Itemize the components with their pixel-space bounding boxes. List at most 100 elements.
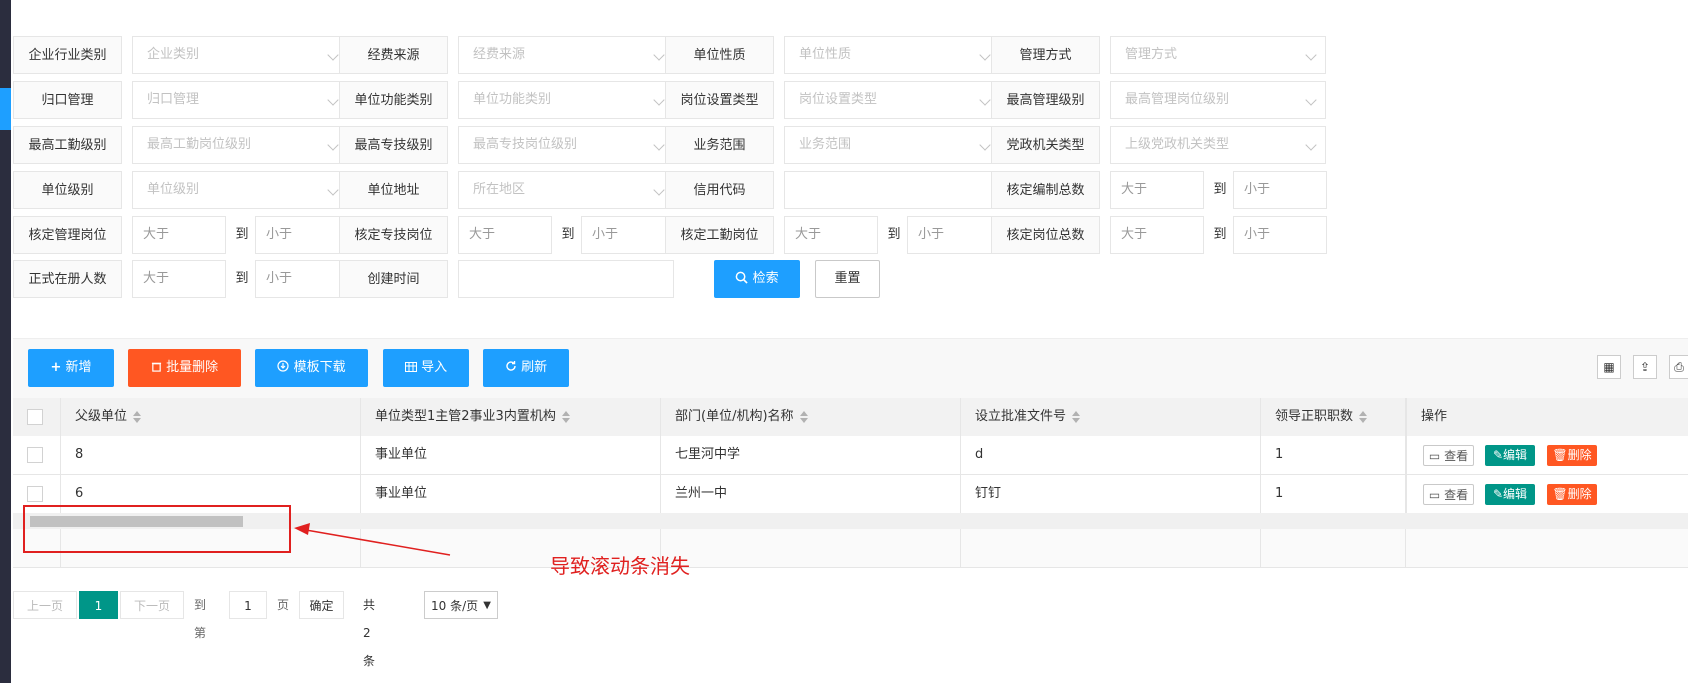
- export-icon[interactable]: ⇪: [1633, 355, 1657, 379]
- next-page-button[interactable]: 下一页: [120, 591, 184, 619]
- total-posts-max-input[interactable]: 小于: [1233, 216, 1327, 254]
- reset-button[interactable]: 重置: [815, 260, 880, 298]
- select-all-checkbox[interactable]: [27, 409, 43, 425]
- select-placeholder: 最高工勤岗位级别: [147, 137, 252, 152]
- sort-icon[interactable]: [1072, 410, 1081, 423]
- filter-label: 核定岗位总数: [991, 216, 1100, 254]
- chevron-down-icon: [653, 139, 665, 151]
- address-select[interactable]: 所在地区: [458, 171, 674, 209]
- registered-min-input[interactable]: 大于: [132, 260, 226, 298]
- credit-code-input[interactable]: [784, 171, 1000, 209]
- delete-button[interactable]: 🗑删除: [1547, 484, 1597, 505]
- goto-page-input[interactable]: 1: [229, 591, 267, 619]
- sort-icon[interactable]: [561, 410, 570, 423]
- empty-cell: [1261, 529, 1406, 567]
- edit-button[interactable]: ✎编辑: [1485, 484, 1535, 505]
- header-parent-unit[interactable]: 父级单位: [61, 398, 361, 436]
- business-scope-select[interactable]: 业务范围: [784, 126, 1000, 164]
- refresh-button[interactable]: 刷新: [483, 349, 569, 387]
- industry-select[interactable]: 企业类别: [132, 36, 348, 74]
- template-download-button[interactable]: 模板下载: [255, 349, 368, 387]
- view-button[interactable]: ▭ 查看: [1423, 484, 1474, 505]
- row-checkbox[interactable]: [27, 447, 43, 463]
- cell-leader-count: 1: [1261, 436, 1406, 474]
- view-button[interactable]: ▭ 查看: [1423, 445, 1474, 466]
- import-button[interactable]: 导入: [383, 349, 469, 387]
- registered-max-input[interactable]: 小于: [255, 260, 349, 298]
- plus-icon: +: [50, 360, 62, 375]
- empty-cell: [961, 529, 1261, 567]
- header-dept-name[interactable]: 部门(单位/机构)名称: [661, 398, 961, 436]
- search-button[interactable]: 检索: [714, 260, 800, 298]
- range-separator: 到: [887, 227, 901, 242]
- header-unit-type[interactable]: 单位类型1主管2事业3内置机构: [361, 398, 661, 436]
- batch-delete-label: 批量删除: [166, 360, 219, 375]
- row-checkbox[interactable]: [27, 486, 43, 502]
- filter-label: 管理方式: [991, 36, 1100, 74]
- worker-posts-min-input[interactable]: 大于: [784, 216, 878, 254]
- page-size-select[interactable]: 10 条/页 ▼: [424, 591, 498, 619]
- total-staff-min-input[interactable]: 大于: [1110, 171, 1204, 209]
- delete-label: 删除: [1567, 487, 1592, 501]
- delete-label: 删除: [1567, 448, 1592, 462]
- function-type-select[interactable]: 单位功能类别: [458, 81, 674, 119]
- unit-nature-select[interactable]: 单位性质: [784, 36, 1000, 74]
- created-time-input[interactable]: [458, 260, 674, 298]
- guikou-select[interactable]: 归口管理: [132, 81, 348, 119]
- cell-dept-name: 兰州一中: [661, 475, 961, 513]
- confirm-button[interactable]: 确定: [299, 591, 344, 619]
- page-1-button[interactable]: 1: [79, 591, 118, 619]
- view-icon: ▭: [1428, 488, 1441, 502]
- header-approval-doc[interactable]: 设立批准文件号: [961, 398, 1261, 436]
- filter-label: 单位性质: [665, 36, 774, 74]
- range-separator: 到: [235, 227, 249, 242]
- max-worker-select[interactable]: 最高工勤岗位级别: [132, 126, 348, 164]
- trash-icon: 🗑: [1552, 487, 1568, 501]
- select-placeholder: 归口管理: [147, 92, 200, 107]
- worker-posts-max-input[interactable]: 小于: [907, 216, 1001, 254]
- column-header-label: 设立批准文件号: [975, 409, 1067, 424]
- mgmt-posts-max-input[interactable]: 小于: [255, 216, 349, 254]
- unit-level-select[interactable]: 单位级别: [132, 171, 348, 209]
- post-type-select[interactable]: 岗位设置类型: [784, 81, 1000, 119]
- filter-label: 企业行业类别: [13, 36, 122, 74]
- filter-label: 最高工勤级别: [13, 126, 122, 164]
- select-placeholder: 单位性质: [799, 47, 852, 62]
- chevron-down-icon: [1305, 49, 1317, 61]
- column-header-label: 领导正职职数: [1275, 409, 1354, 424]
- fund-source-select[interactable]: 经费来源: [458, 36, 674, 74]
- add-button[interactable]: + 新增: [28, 349, 114, 387]
- annotation-text: 导致滚动条消失: [550, 554, 690, 578]
- max-tech-select[interactable]: 最高专技岗位级别: [458, 126, 674, 164]
- filter-label: 业务范围: [665, 126, 774, 164]
- print-icon[interactable]: ⎙: [1669, 355, 1688, 379]
- total-staff-max-input[interactable]: 小于: [1233, 171, 1327, 209]
- row-checkbox-cell: [13, 436, 61, 474]
- tech-posts-max-input[interactable]: 小于: [581, 216, 675, 254]
- select-placeholder: 岗位设置类型: [799, 92, 878, 107]
- cell-approval-doc: 钉钉: [961, 475, 1261, 513]
- management-select[interactable]: 管理方式: [1110, 36, 1326, 74]
- tech-posts-min-input[interactable]: 大于: [458, 216, 552, 254]
- total-posts-min-input[interactable]: 大于: [1110, 216, 1204, 254]
- select-placeholder: 管理方式: [1125, 47, 1178, 62]
- chevron-down-icon: [327, 184, 339, 196]
- edit-button[interactable]: ✎编辑: [1485, 445, 1535, 466]
- view-label: 查看: [1444, 488, 1469, 502]
- cell-unit-type: 事业单位: [361, 475, 661, 513]
- mgmt-posts-min-input[interactable]: 大于: [132, 216, 226, 254]
- sort-icon[interactable]: [1359, 410, 1368, 423]
- annotation-arrow-icon: [294, 523, 451, 556]
- prev-page-button[interactable]: 上一页: [13, 591, 77, 619]
- delete-button[interactable]: 🗑删除: [1547, 445, 1597, 466]
- sort-icon[interactable]: [799, 410, 808, 423]
- select-placeholder: 经费来源: [473, 47, 526, 62]
- header-leader-count[interactable]: 领导正职职数: [1261, 398, 1406, 436]
- party-org-select[interactable]: 上级党政机关类型: [1110, 126, 1326, 164]
- select-placeholder: 所在地区: [473, 182, 526, 197]
- cell-unit-type: 事业单位: [361, 436, 661, 474]
- columns-filter-icon[interactable]: ▦: [1597, 355, 1621, 379]
- max-mgmt-select[interactable]: 最高管理岗位级别: [1110, 81, 1326, 119]
- batch-delete-button[interactable]: 批量删除: [128, 349, 241, 387]
- sort-icon[interactable]: [133, 410, 142, 423]
